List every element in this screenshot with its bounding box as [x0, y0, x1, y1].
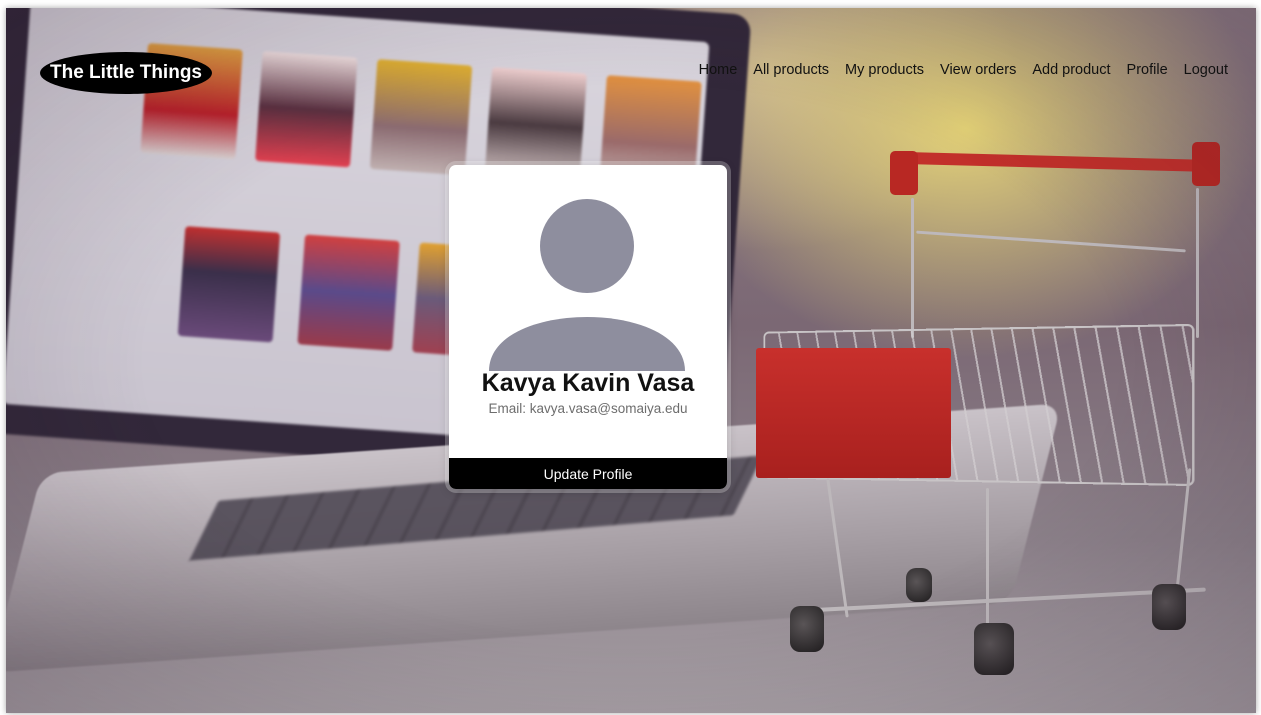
nav-profile-link[interactable]: Profile [1127, 62, 1168, 78]
brand-logo[interactable]: The Little Things [40, 52, 212, 94]
nav-logout-link[interactable]: Logout [1184, 62, 1228, 78]
update-profile-button[interactable]: Update Profile [449, 458, 727, 489]
nav-add-product-link[interactable]: Add product [1032, 62, 1110, 78]
profile-card: Kavya Kavin Vasa Email: kavya.vasa@somai… [449, 165, 727, 489]
user-avatar-icon [489, 199, 685, 371]
main-nav: Home All products My products View order… [699, 62, 1228, 78]
email-label: Email: [488, 401, 526, 416]
nav-all-products-link[interactable]: All products [753, 62, 829, 78]
email-value: kavya.vasa@somaiya.edu [529, 401, 688, 416]
nav-my-products-link[interactable]: My products [845, 62, 924, 78]
profile-name: Kavya Kavin Vasa [481, 369, 695, 397]
nav-view-orders-link[interactable]: View orders [940, 62, 1016, 78]
page-frame: The Little Things Home All products My p… [6, 8, 1256, 713]
nav-home-link[interactable]: Home [699, 62, 738, 78]
profile-email: Email: kavya.vasa@somaiya.edu [449, 401, 727, 416]
